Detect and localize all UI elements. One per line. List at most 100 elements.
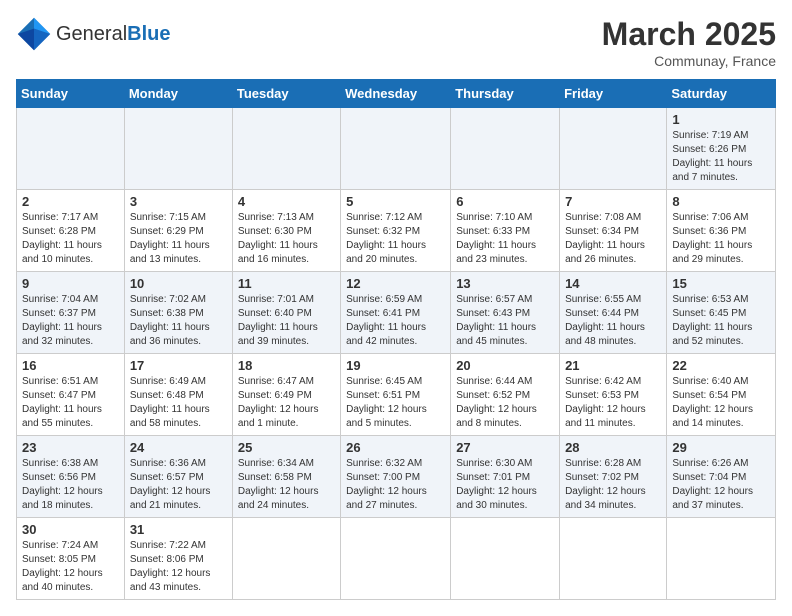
day-info: Sunrise: 6:32 AM Sunset: 7:00 PM Dayligh… [346,457,445,513]
day-number: 23 [22,440,119,455]
day-info: Sunrise: 6:36 AM Sunset: 6:57 PM Dayligh… [130,457,227,513]
day-info: Sunrise: 6:26 AM Sunset: 7:04 PM Dayligh… [672,457,770,513]
day-info: Sunrise: 6:38 AM Sunset: 6:56 PM Dayligh… [22,457,119,513]
day-number: 17 [130,358,227,373]
calendar-day-header: Saturday [667,80,776,108]
logo: GeneralBlue [16,16,171,52]
calendar-cell: 7Sunrise: 7:08 AM Sunset: 6:34 PM Daylig… [560,190,667,272]
calendar-cell [451,108,560,190]
calendar-header-row: SundayMondayTuesdayWednesdayThursdayFrid… [17,80,776,108]
calendar-cell: 29 Sunrise: 6:26 AM Sunset: 7:04 PM Dayli… [667,436,776,518]
calendar-cell [232,518,340,600]
calendar-week-row: 1Sunrise: 7:19 AM Sunset: 6:26 PM Daylig… [17,108,776,190]
calendar-cell [667,518,776,600]
calendar-cell: 23 Sunrise: 6:38 AM Sunset: 6:56 PM Dayli… [17,436,125,518]
calendar-week-row: 30 Sunrise: 7:24 AM Sunset: 8:05 PM Dayli… [17,518,776,600]
calendar-cell [341,518,451,600]
calendar-cell: 2Sunrise: 7:17 AM Sunset: 6:28 PM Daylig… [17,190,125,272]
calendar-week-row: 2Sunrise: 7:17 AM Sunset: 6:28 PM Daylig… [17,190,776,272]
day-number: 4 [238,194,335,209]
logo-icon [16,16,52,52]
day-info: Sunrise: 7:24 AM Sunset: 8:05 PM Dayligh… [22,539,119,595]
day-info: Sunrise: 7:15 AM Sunset: 6:29 PM Dayligh… [130,211,227,267]
location: Communay, France [602,53,776,69]
day-number: 3 [130,194,227,209]
calendar-cell: 31 Sunrise: 7:22 AM Sunset: 8:06 PM Dayli… [124,518,232,600]
day-number: 22 [672,358,770,373]
day-info: Sunrise: 6:45 AM Sunset: 6:51 PM Dayligh… [346,375,445,431]
calendar-cell: 27 Sunrise: 6:30 AM Sunset: 7:01 PM Dayli… [451,436,560,518]
calendar-day-header: Sunday [17,80,125,108]
day-info: Sunrise: 6:59 AM Sunset: 6:41 PM Dayligh… [346,293,445,349]
day-number: 13 [456,276,554,291]
calendar-cell: 30 Sunrise: 7:24 AM Sunset: 8:05 PM Dayli… [17,518,125,600]
calendar-week-row: 16 Sunrise: 6:51 AM Sunset: 6:47 PM Dayli… [17,354,776,436]
calendar-week-row: 23 Sunrise: 6:38 AM Sunset: 6:56 PM Dayli… [17,436,776,518]
day-number: 25 [238,440,335,455]
day-number: 7 [565,194,661,209]
day-info: Sunrise: 7:06 AM Sunset: 6:36 PM Dayligh… [672,211,770,267]
logo-text: GeneralBlue [56,23,171,46]
day-info: Sunrise: 7:13 AM Sunset: 6:30 PM Dayligh… [238,211,335,267]
calendar-cell: 18Sunrise: 6:47 AM Sunset: 6:49 PM Dayli… [232,354,340,436]
calendar-cell: 25 Sunrise: 6:34 AM Sunset: 6:58 PM Dayli… [232,436,340,518]
day-info: Sunrise: 6:34 AM Sunset: 6:58 PM Dayligh… [238,457,335,513]
day-info: Sunrise: 6:42 AM Sunset: 6:53 PM Dayligh… [565,375,661,431]
day-number: 31 [130,522,227,537]
day-number: 10 [130,276,227,291]
calendar-cell [17,108,125,190]
day-info: Sunrise: 7:01 AM Sunset: 6:40 PM Dayligh… [238,293,335,349]
day-number: 6 [456,194,554,209]
day-number: 21 [565,358,661,373]
calendar-cell: 5 Sunrise: 7:12 AM Sunset: 6:32 PM Daylig… [341,190,451,272]
day-info: Sunrise: 7:10 AM Sunset: 6:33 PM Dayligh… [456,211,554,267]
day-number: 14 [565,276,661,291]
day-info: Sunrise: 6:49 AM Sunset: 6:48 PM Dayligh… [130,375,227,431]
day-info: Sunrise: 7:04 AM Sunset: 6:37 PM Dayligh… [22,293,119,349]
day-info: Sunrise: 6:47 AM Sunset: 6:49 PM Dayligh… [238,375,335,431]
title-block: March 2025 Communay, France [602,16,776,69]
day-info: Sunrise: 7:12 AM Sunset: 6:32 PM Dayligh… [346,211,445,267]
day-number: 9 [22,276,119,291]
calendar-day-header: Friday [560,80,667,108]
calendar-cell: 9 Sunrise: 7:04 AM Sunset: 6:37 PM Daylig… [17,272,125,354]
calendar-cell: 12Sunrise: 6:59 AM Sunset: 6:41 PM Dayli… [341,272,451,354]
day-info: Sunrise: 6:30 AM Sunset: 7:01 PM Dayligh… [456,457,554,513]
day-number: 5 [346,194,445,209]
day-info: Sunrise: 6:40 AM Sunset: 6:54 PM Dayligh… [672,375,770,431]
day-number: 8 [672,194,770,209]
day-number: 15 [672,276,770,291]
day-number: 30 [22,522,119,537]
calendar-cell [232,108,340,190]
calendar-cell: 16 Sunrise: 6:51 AM Sunset: 6:47 PM Dayli… [17,354,125,436]
day-number: 28 [565,440,661,455]
calendar-cell: 10Sunrise: 7:02 AM Sunset: 6:38 PM Dayli… [124,272,232,354]
day-info: Sunrise: 6:51 AM Sunset: 6:47 PM Dayligh… [22,375,119,431]
day-info: Sunrise: 6:55 AM Sunset: 6:44 PM Dayligh… [565,293,661,349]
calendar-cell: 20Sunrise: 6:44 AM Sunset: 6:52 PM Dayli… [451,354,560,436]
calendar-cell: 19 Sunrise: 6:45 AM Sunset: 6:51 PM Dayli… [341,354,451,436]
day-info: Sunrise: 6:28 AM Sunset: 7:02 PM Dayligh… [565,457,661,513]
day-number: 16 [22,358,119,373]
calendar-cell: 4 Sunrise: 7:13 AM Sunset: 6:30 PM Daylig… [232,190,340,272]
calendar-cell [560,108,667,190]
day-number: 2 [22,194,119,209]
calendar-day-header: Thursday [451,80,560,108]
day-number: 24 [130,440,227,455]
calendar-day-header: Tuesday [232,80,340,108]
calendar-day-header: Wednesday [341,80,451,108]
calendar-cell: 22 Sunrise: 6:40 AM Sunset: 6:54 PM Dayli… [667,354,776,436]
day-number: 19 [346,358,445,373]
calendar-cell: 24 Sunrise: 6:36 AM Sunset: 6:57 PM Dayli… [124,436,232,518]
calendar-cell: 21 Sunrise: 6:42 AM Sunset: 6:53 PM Dayli… [560,354,667,436]
day-info: Sunrise: 7:22 AM Sunset: 8:06 PM Dayligh… [130,539,227,595]
day-info: Sunrise: 7:19 AM Sunset: 6:26 PM Dayligh… [672,129,770,185]
calendar-table: SundayMondayTuesdayWednesdayThursdayFrid… [16,79,776,600]
calendar-cell: 11Sunrise: 7:01 AM Sunset: 6:40 PM Dayli… [232,272,340,354]
day-number: 29 [672,440,770,455]
day-number: 27 [456,440,554,455]
calendar-cell: 6 Sunrise: 7:10 AM Sunset: 6:33 PM Daylig… [451,190,560,272]
day-info: Sunrise: 6:53 AM Sunset: 6:45 PM Dayligh… [672,293,770,349]
day-number: 20 [456,358,554,373]
calendar-cell: 15 Sunrise: 6:53 AM Sunset: 6:45 PM Dayli… [667,272,776,354]
